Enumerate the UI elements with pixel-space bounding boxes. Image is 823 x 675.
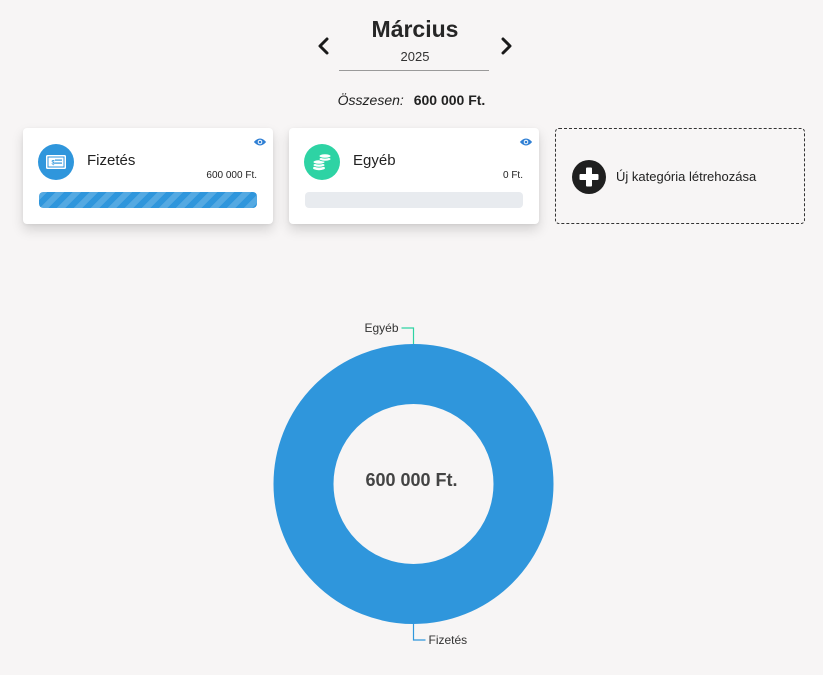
total-summary: Összesen: 600 000 Ft. [0,92,823,108]
plus-circle-icon [572,160,606,194]
cheque-icon: $ [38,144,74,180]
donut-slice-label: Egyéb [364,321,398,335]
donut-center-total: 600 000 Ft. [365,470,458,490]
category-card-fizetes[interactable]: $ Fizetés 600 000 Ft. [23,128,273,224]
eye-icon[interactable] [253,136,267,148]
category-amount: 600 000 Ft. [206,170,257,181]
chevron-right-icon[interactable] [494,34,518,58]
new-category-label: Új kategória létrehozása [616,169,757,184]
category-progress-fill [39,192,257,208]
coins-icon [304,144,340,180]
donut-leader-line [401,327,415,344]
eye-icon[interactable] [519,136,533,148]
category-progress-bar [39,192,257,208]
total-value: 600 000 Ft. [413,92,486,108]
category-name: Egyéb [353,152,396,169]
donut-leader-line [412,624,426,641]
total-label: Összesen: [337,92,404,108]
donut-slice-label: Fizetés [429,633,468,647]
year-label: 2025 [400,49,430,64]
category-card-egyeb[interactable]: Egyéb 0 Ft. [289,128,539,224]
month-navigator: Március 2025 [310,12,520,74]
month-title: Március [371,16,459,42]
new-category-button[interactable]: Új kategória létrehozása [555,128,805,224]
category-amount: 0 Ft. [502,170,523,181]
category-name: Fizetés [87,152,136,169]
category-progress-bar [305,192,523,208]
category-donut-chart: Egyéb Fizetés 600 000 Ft. [0,300,823,660]
month-divider [339,70,489,71]
